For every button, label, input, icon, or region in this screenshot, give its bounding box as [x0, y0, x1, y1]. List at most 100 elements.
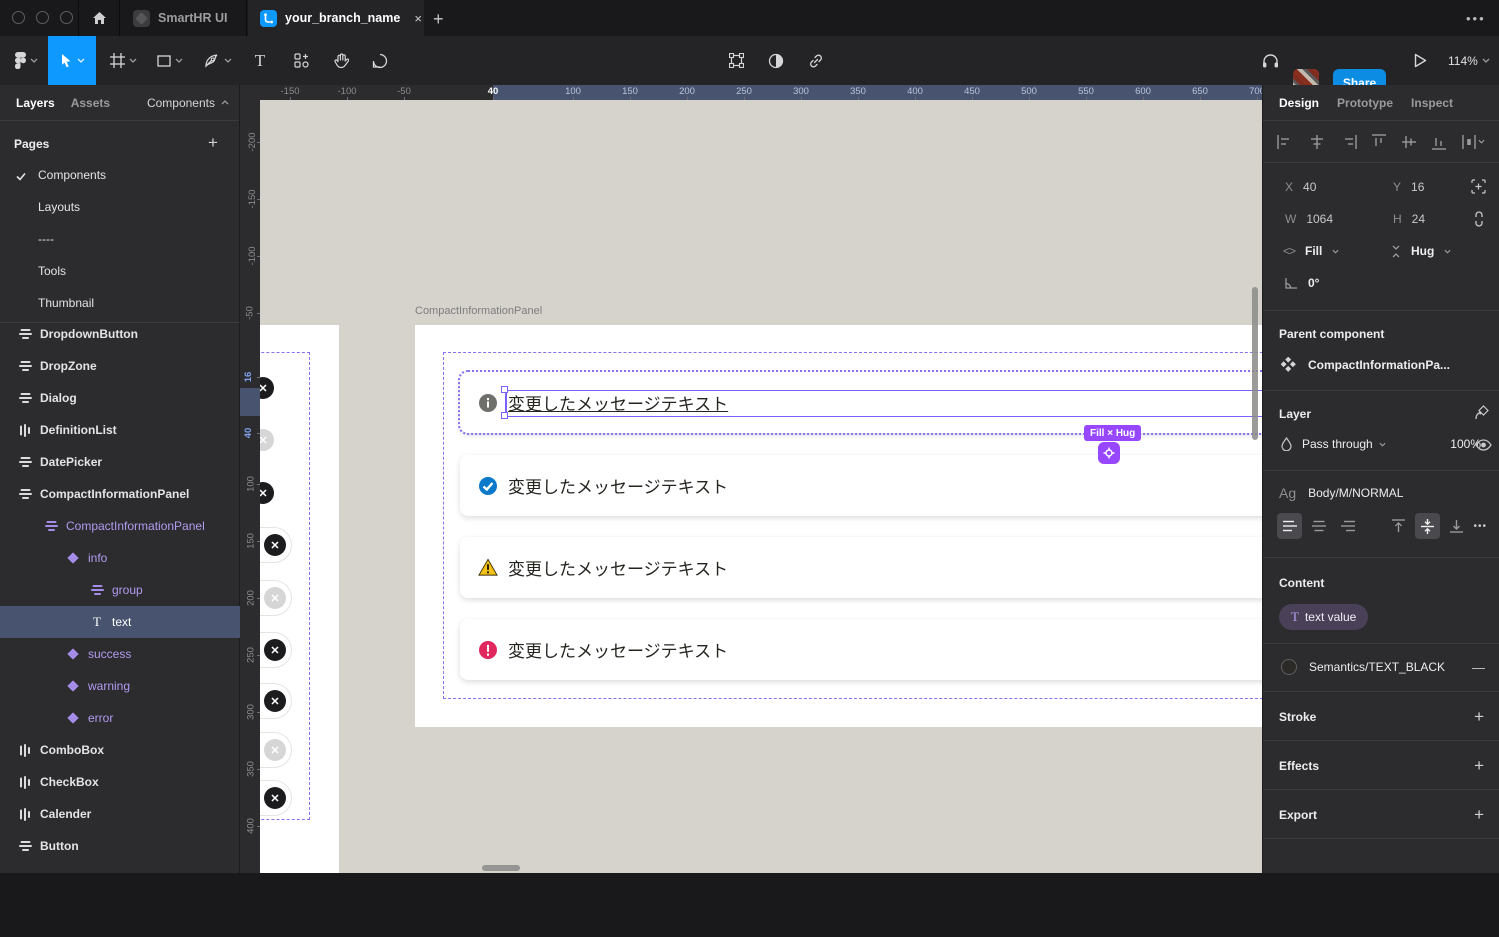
present-button[interactable]	[1404, 36, 1436, 85]
x-position-field[interactable]: X40	[1285, 180, 1316, 194]
tab-layers[interactable]: Layers	[16, 96, 55, 110]
layer-item-info[interactable]: info	[0, 542, 240, 574]
horizontal-scrollbar[interactable]	[482, 865, 520, 871]
align-v-center-icon[interactable]	[1402, 134, 1416, 150]
mask-button[interactable]	[762, 36, 790, 85]
content-text-value-chip[interactable]: T text value	[1279, 604, 1368, 630]
text-more-options-button[interactable]: •••	[1473, 521, 1487, 532]
selection-handle[interactable]	[501, 386, 508, 393]
layer-item-text[interactable]: Ttext	[0, 606, 240, 638]
text-style-row[interactable]: Ag Body/M/NORMAL	[1279, 485, 1403, 501]
add-export-button[interactable]: +	[1474, 805, 1484, 825]
window-close-button[interactable]	[12, 11, 25, 24]
main-menu-button[interactable]	[6, 36, 46, 85]
message-card-error[interactable]: 変更したメッセージテキスト	[460, 619, 1262, 680]
height-field[interactable]: H24	[1393, 212, 1425, 226]
text-valign-top-button[interactable]	[1385, 513, 1410, 539]
align-h-center-icon[interactable]	[1309, 135, 1325, 149]
link-button[interactable]	[802, 36, 830, 85]
close-icon[interactable]: ✕	[264, 587, 286, 609]
go-to-main-component-icon[interactable]	[1475, 405, 1492, 420]
fill-color-swatch[interactable]	[1281, 659, 1297, 675]
move-tool-button[interactable]	[48, 36, 96, 85]
width-field[interactable]: W1064	[1285, 212, 1333, 226]
frame-target-icon[interactable]	[1471, 179, 1486, 194]
layer-item-compactinformationpanel[interactable]: CompactInformationPanel	[0, 510, 240, 542]
resources-button[interactable]	[286, 36, 316, 85]
add-stroke-button[interactable]: +	[1474, 707, 1484, 727]
remove-fill-button[interactable]: —	[1472, 660, 1485, 675]
distribute-menu[interactable]	[1462, 135, 1485, 149]
layer-item-error[interactable]: error	[0, 702, 240, 734]
close-icon[interactable]: ✕	[264, 739, 286, 761]
add-page-button[interactable]: +	[208, 133, 218, 153]
window-more-menu[interactable]: •••	[1466, 11, 1486, 26]
layer-item-datepicker[interactable]: DatePicker	[0, 446, 240, 478]
page-item-thumbnail[interactable]: Thumbnail	[0, 287, 240, 319]
layer-item-combobox[interactable]: ComboBox	[0, 734, 240, 766]
frame-tool-button[interactable]	[100, 36, 146, 85]
window-minimize-button[interactable]	[36, 11, 49, 24]
message-card-success[interactable]: 変更したメッセージテキスト	[460, 455, 1262, 516]
vertical-scrollbar[interactable]	[1252, 287, 1258, 440]
home-tab[interactable]	[78, 0, 120, 36]
layer-item-success[interactable]: success	[0, 638, 240, 670]
blend-mode-select[interactable]: Pass through	[1302, 437, 1386, 451]
layer-item-calender[interactable]: Calender	[0, 798, 240, 830]
page-item-tools[interactable]: Tools	[0, 255, 240, 287]
text-tool-button[interactable]: T	[246, 36, 274, 85]
pen-tool-button[interactable]	[196, 36, 240, 85]
audio-button[interactable]	[1256, 36, 1284, 85]
window-zoom-button[interactable]	[60, 11, 73, 24]
tab-your-branch-name[interactable]: your_branch_name ×	[248, 0, 424, 36]
constrain-proportions-icon[interactable]	[1473, 211, 1485, 227]
selection-handle[interactable]	[501, 412, 508, 419]
layer-item-dropdownbutton[interactable]: DropdownButton	[0, 322, 240, 350]
close-icon[interactable]: ✕	[264, 787, 286, 809]
visibility-eye-icon[interactable]	[1475, 439, 1492, 451]
edit-object-button[interactable]	[722, 36, 750, 85]
layer-item-warning[interactable]: warning	[0, 670, 240, 702]
tab-smarthr-ui[interactable]: SmartHR UI	[121, 0, 247, 36]
tab-design[interactable]: Design	[1279, 96, 1319, 110]
add-effects-button[interactable]: +	[1474, 756, 1484, 776]
tab-prototype[interactable]: Prototype	[1337, 96, 1393, 110]
message-text[interactable]: 変更したメッセージテキスト	[508, 555, 728, 580]
blend-mode-icon[interactable]	[1281, 437, 1292, 451]
frame-label[interactable]: CompactInformationPanel	[415, 305, 542, 317]
tab-close-icon[interactable]: ×	[414, 11, 422, 26]
horizontal-resizing-select[interactable]: <> Fill	[1283, 244, 1339, 258]
new-tab-button[interactable]: +	[433, 9, 444, 30]
layer-item-dialog[interactable]: Dialog	[0, 382, 240, 414]
close-icon[interactable]: ✕	[264, 690, 286, 712]
text-align-center-button[interactable]	[1306, 513, 1331, 539]
y-position-field[interactable]: Y16	[1393, 180, 1424, 194]
message-text[interactable]: 変更したメッセージテキスト	[508, 390, 728, 415]
layer-item-definitionlist[interactable]: DefinitionList	[0, 414, 240, 446]
comment-tool-button[interactable]	[364, 36, 396, 85]
parent-component-row[interactable]: CompactInformationPa...	[1281, 357, 1450, 372]
close-icon[interactable]: ✕	[264, 534, 286, 556]
page-item-----[interactable]: ----	[0, 223, 240, 255]
layer-item-group[interactable]: group	[0, 574, 240, 606]
page-item-layouts[interactable]: Layouts	[0, 191, 240, 223]
align-bottom-icon[interactable]	[1432, 134, 1446, 150]
message-card-warning[interactable]: 変更したメッセージテキスト	[460, 537, 1262, 598]
align-right-icon[interactable]	[1341, 135, 1357, 149]
text-valign-middle-button[interactable]	[1415, 513, 1440, 539]
page-item-components[interactable]: Components	[0, 159, 240, 191]
message-card-info[interactable]: 変更したメッセージテキスト	[460, 372, 1262, 433]
page-selector[interactable]: Components	[147, 96, 229, 110]
layer-item-dropzone[interactable]: DropZone	[0, 350, 240, 382]
text-valign-bottom-button[interactable]	[1444, 513, 1469, 539]
message-text[interactable]: 変更したメッセージテキスト	[508, 637, 728, 662]
layer-item-button[interactable]: Button	[0, 830, 240, 862]
message-text[interactable]: 変更したメッセージテキスト	[508, 473, 728, 498]
shape-tool-button[interactable]	[148, 36, 192, 85]
zoom-level-control[interactable]: 114%	[1448, 36, 1494, 85]
fill-row[interactable]: Semantics/TEXT_BLACK —	[1281, 659, 1485, 675]
hand-tool-button[interactable]	[326, 36, 356, 85]
tab-assets[interactable]: Assets	[71, 96, 110, 110]
tab-inspect[interactable]: Inspect	[1411, 96, 1453, 110]
layer-item-checkbox[interactable]: CheckBox	[0, 766, 240, 798]
